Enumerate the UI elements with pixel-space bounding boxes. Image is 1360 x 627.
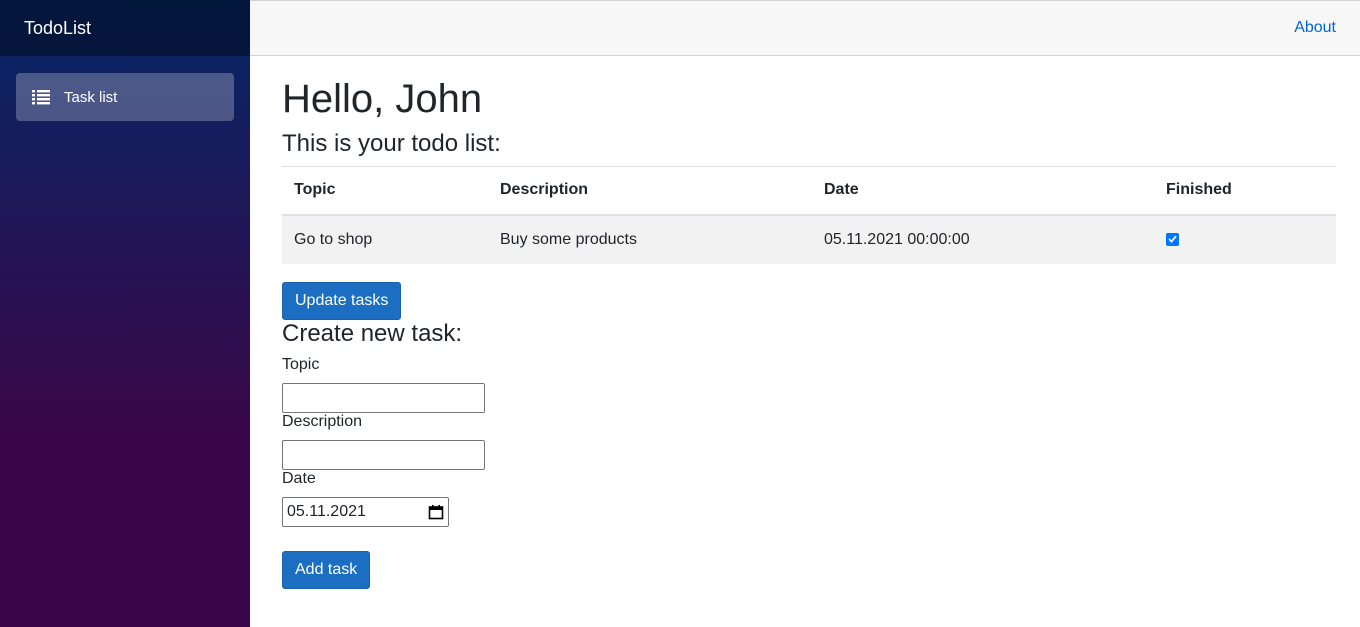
date-label: Date bbox=[282, 470, 316, 487]
sidebar-item-task-list[interactable]: Task list bbox=[16, 73, 234, 121]
cell-description: Buy some products bbox=[488, 214, 812, 264]
column-header-topic: Topic bbox=[282, 166, 488, 216]
task-table: Topic Description Date Finished Go to sh… bbox=[282, 166, 1336, 264]
sidebar-item-label: Task list bbox=[64, 88, 118, 106]
cell-date: 05.11.2021 00:00:00 bbox=[812, 214, 1154, 264]
topic-label: Topic bbox=[282, 356, 320, 373]
list-icon bbox=[32, 90, 50, 105]
content: Hello, John This is your todo list: Topi… bbox=[282, 56, 1336, 589]
description-input[interactable] bbox=[282, 440, 485, 470]
date-value: 05.11.2021 bbox=[287, 503, 366, 520]
cell-topic: Go to shop bbox=[282, 214, 488, 264]
topic-input[interactable] bbox=[282, 383, 485, 413]
main: About Hello, John This is your todo list… bbox=[250, 0, 1360, 627]
column-header-description: Description bbox=[488, 166, 812, 216]
about-link[interactable]: About bbox=[1294, 19, 1336, 37]
finished-checkbox[interactable] bbox=[1166, 232, 1179, 246]
column-header-date: Date bbox=[812, 166, 1154, 216]
top-row: About bbox=[250, 0, 1360, 56]
page-subtitle: This is your todo list: bbox=[282, 130, 501, 157]
create-task-title: Create new task: bbox=[282, 320, 463, 347]
add-task-button[interactable]: Add task bbox=[282, 551, 371, 589]
description-label: Description bbox=[282, 413, 363, 430]
calendar-icon[interactable] bbox=[428, 504, 444, 520]
table-header-row: Topic Description Date Finished bbox=[282, 166, 1336, 216]
app: TodoList Task list About Hello, John Thi… bbox=[0, 0, 1360, 627]
update-tasks-button[interactable]: Update tasks bbox=[282, 282, 402, 320]
column-header-finished: Finished bbox=[1154, 166, 1336, 216]
date-input[interactable]: 05.11.2021 bbox=[282, 497, 449, 527]
page-title: Hello, John bbox=[282, 77, 483, 121]
checkmark-icon bbox=[1168, 235, 1177, 244]
brand-bar: TodoList bbox=[0, 0, 250, 56]
cell-finished bbox=[1154, 214, 1336, 264]
table-row: Go to shop Buy some products 05.11.2021 … bbox=[282, 214, 1336, 264]
sidebar: TodoList Task list bbox=[0, 0, 250, 627]
brand-link[interactable]: TodoList bbox=[24, 18, 91, 39]
